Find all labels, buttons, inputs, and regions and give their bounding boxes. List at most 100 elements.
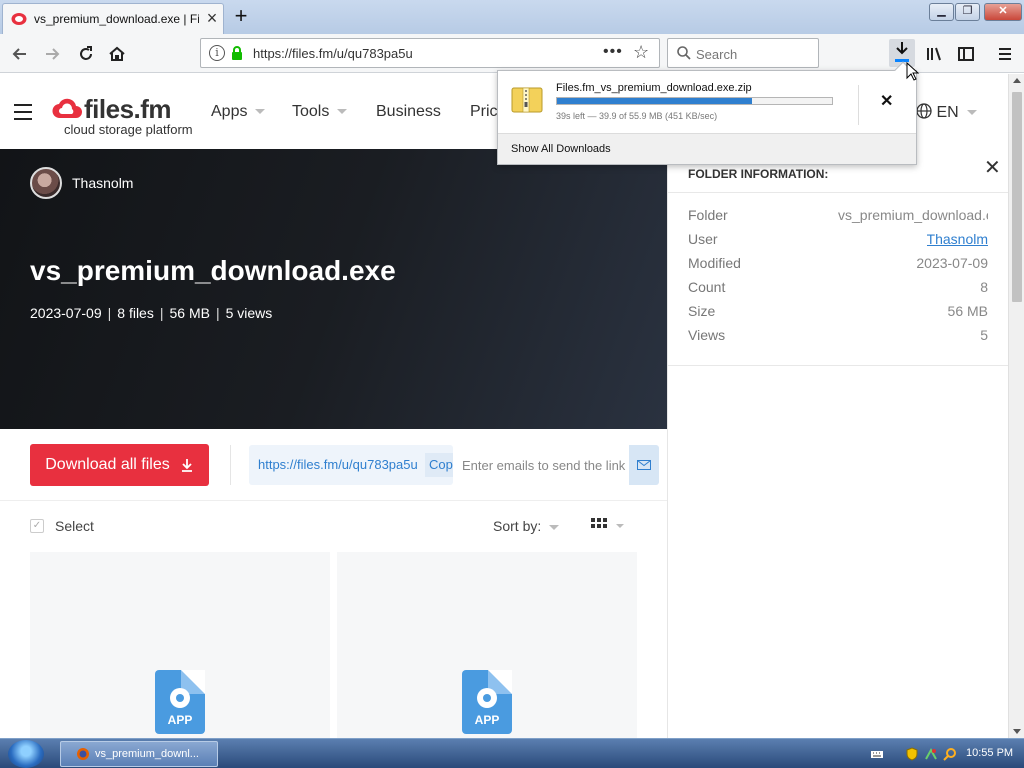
- folder-info-panel: ✕ FOLDER INFORMATION: Folder vs_premium_…: [667, 149, 1008, 738]
- info-row-modified: Modified 2023-07-09: [688, 255, 988, 275]
- download-file-name: Files.fm_vs_premium_download.exe.zip: [556, 82, 752, 94]
- zip-file-icon: [511, 87, 543, 113]
- info-row-folder: Folder vs_premium_download.exe: [688, 207, 988, 227]
- divider: [668, 365, 1008, 366]
- email-input[interactable]: [455, 445, 629, 485]
- url-text: https://files.fm/u/qu783pa5u: [253, 46, 413, 61]
- tab-close-icon[interactable]: ×: [203, 9, 221, 27]
- reload-icon[interactable]: [72, 40, 100, 68]
- search-icon[interactable]: [943, 747, 957, 761]
- bookmark-star-icon[interactable]: ☆: [633, 42, 649, 63]
- download-progress-bar: [556, 97, 833, 105]
- info-label: Size: [688, 303, 716, 319]
- download-status: 39s left — 39.9 of 55.9 MB (451 KB/sec): [556, 111, 718, 121]
- info-row-views: Views 5: [688, 327, 988, 347]
- select-all-checkbox[interactable]: ✓: [30, 519, 44, 533]
- info-label: Views: [688, 327, 726, 343]
- folder-hero: Thasnolm vs_premium_download.exe 2023-07…: [0, 149, 667, 429]
- network-icon[interactable]: [924, 747, 938, 761]
- show-all-downloads-label: Show All Downloads: [511, 143, 611, 155]
- scroll-down-icon[interactable]: [1013, 729, 1021, 734]
- divider: [668, 192, 1008, 193]
- send-email-button[interactable]: [629, 445, 659, 485]
- start-button[interactable]: [8, 740, 44, 768]
- info-user-link[interactable]: Thasnolm: [927, 231, 988, 247]
- view-toggle[interactable]: [591, 518, 624, 534]
- owner-username[interactable]: Thasnolm: [72, 175, 133, 191]
- folder-date: 2023-07-09: [30, 305, 102, 321]
- menu-business[interactable]: Business: [376, 103, 441, 121]
- keyboard-icon[interactable]: [870, 747, 884, 761]
- grid-view-icon: [591, 518, 624, 528]
- envelope-icon: [637, 460, 651, 470]
- window-minimize-button[interactable]: ▁: [929, 3, 954, 21]
- logo-name: files.fm: [84, 94, 172, 124]
- info-label: Folder: [688, 207, 728, 223]
- home-icon[interactable]: [103, 40, 131, 68]
- sort-by-dropdown[interactable]: Sort by:: [493, 518, 560, 534]
- action-row: Download all files https://files.fm/u/qu…: [0, 429, 667, 501]
- scroll-up-icon[interactable]: [1013, 78, 1021, 83]
- cancel-download-icon[interactable]: ✕: [880, 91, 893, 111]
- files-fm-favicon: [11, 13, 27, 25]
- sidebar-toggle-icon[interactable]: [952, 40, 980, 68]
- browser-tab[interactable]: vs_premium_download.exe | Files.fm ×: [2, 3, 224, 34]
- close-icon[interactable]: ✕: [984, 155, 1001, 180]
- language-label: EN: [936, 104, 959, 121]
- avatar[interactable]: [30, 167, 62, 199]
- info-row-count: Count 8: [688, 279, 988, 299]
- info-value: 8: [980, 279, 988, 295]
- address-bar[interactable]: i https://files.fm/u/qu783pa5u ••• ☆: [200, 38, 660, 68]
- firefox-icon: [77, 748, 89, 760]
- share-link[interactable]: https://files.fm/u/qu783pa5u: [258, 457, 424, 472]
- browser-navbar: i https://files.fm/u/qu783pa5u ••• ☆: [0, 34, 1024, 73]
- menu-pricing[interactable]: Pric: [470, 103, 498, 121]
- gear-icon: [170, 688, 190, 708]
- select-label[interactable]: Select: [55, 518, 94, 534]
- menu-apps[interactable]: Apps: [211, 103, 266, 121]
- language-selector[interactable]: EN: [916, 103, 977, 122]
- download-item[interactable]: Files.fm_vs_premium_download.exe.zip 39s…: [498, 71, 918, 133]
- folder-file-count: 8 files: [117, 305, 154, 321]
- search-input[interactable]: [696, 44, 814, 64]
- app-file-icon: APP: [155, 670, 205, 734]
- system-clock: 10:55 PM: [966, 747, 1014, 759]
- site-info-icon[interactable]: i: [209, 45, 225, 61]
- copy-link-button[interactable]: Copy: [425, 453, 453, 477]
- file-card[interactable]: APP: [337, 552, 637, 738]
- browser-menu-icon[interactable]: [991, 40, 1019, 68]
- info-value: vs_premium_download.exe: [838, 207, 988, 223]
- new-tab-icon[interactable]: +: [230, 5, 252, 27]
- download-all-button[interactable]: Download all files: [30, 444, 209, 486]
- chevron-down-icon: [255, 109, 266, 115]
- download-progress-fill: [557, 98, 753, 104]
- folder-views: 5 views: [225, 305, 273, 321]
- info-row-user: User Thasnolm: [688, 231, 988, 251]
- mouse-cursor-icon: [906, 62, 920, 81]
- hamburger-menu-icon[interactable]: [14, 104, 32, 120]
- window-maximize-button[interactable]: ❐: [955, 3, 980, 21]
- file-card[interactable]: APP: [30, 552, 330, 738]
- info-value: 2023-07-09: [916, 255, 988, 271]
- folder-meta: 2023-07-09 | 8 files | 56 MB | 5 views: [30, 305, 273, 321]
- scrollbar-thumb[interactable]: [1012, 92, 1022, 302]
- window-close-button[interactable]: ✕: [984, 3, 1022, 21]
- info-label: User: [688, 231, 718, 247]
- info-label: Modified: [688, 255, 741, 271]
- security-shield-icon[interactable]: [905, 747, 919, 761]
- taskbar-firefox-item[interactable]: vs_premium_downl...: [60, 741, 218, 767]
- page-actions-icon[interactable]: •••: [603, 43, 623, 61]
- folder-size: 56 MB: [169, 305, 210, 321]
- forward-icon[interactable]: [38, 40, 66, 68]
- page-scrollbar[interactable]: [1008, 74, 1024, 738]
- info-value: 5: [980, 327, 988, 343]
- file-toolbar: ✓ Select Sort by:: [0, 501, 667, 551]
- back-icon[interactable]: [6, 40, 34, 68]
- menu-tools[interactable]: Tools: [292, 103, 348, 121]
- library-icon[interactable]: [920, 40, 948, 68]
- share-link-box[interactable]: https://files.fm/u/qu783pa5u Copy: [249, 445, 453, 485]
- files-fm-logo[interactable]: files.fm cloud storage platform: [52, 94, 193, 137]
- browser-search-bar[interactable]: [667, 38, 819, 68]
- file-type-label: APP: [474, 713, 500, 727]
- show-all-downloads-button[interactable]: Show All Downloads: [498, 133, 916, 164]
